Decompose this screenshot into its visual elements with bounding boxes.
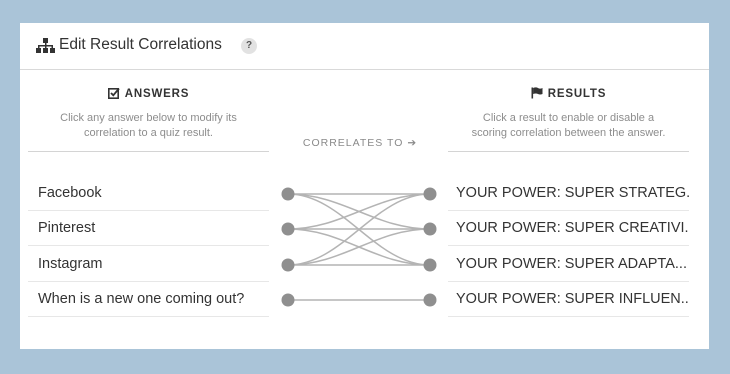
correlations-panel: Edit Result Correlations ? ANSWERS Click…	[20, 23, 709, 349]
result-node[interactable]	[423, 222, 437, 236]
answer-node[interactable]	[281, 222, 295, 236]
result-node[interactable]	[423, 293, 437, 307]
result-node[interactable]	[423, 187, 437, 201]
answer-node[interactable]	[281, 293, 295, 307]
correlation-line	[287, 193, 431, 230]
correlation-line	[287, 228, 431, 266]
answer-node[interactable]	[281, 258, 295, 272]
answer-node[interactable]	[281, 187, 295, 201]
correlation-lines	[281, 187, 437, 307]
result-node[interactable]	[423, 258, 437, 272]
